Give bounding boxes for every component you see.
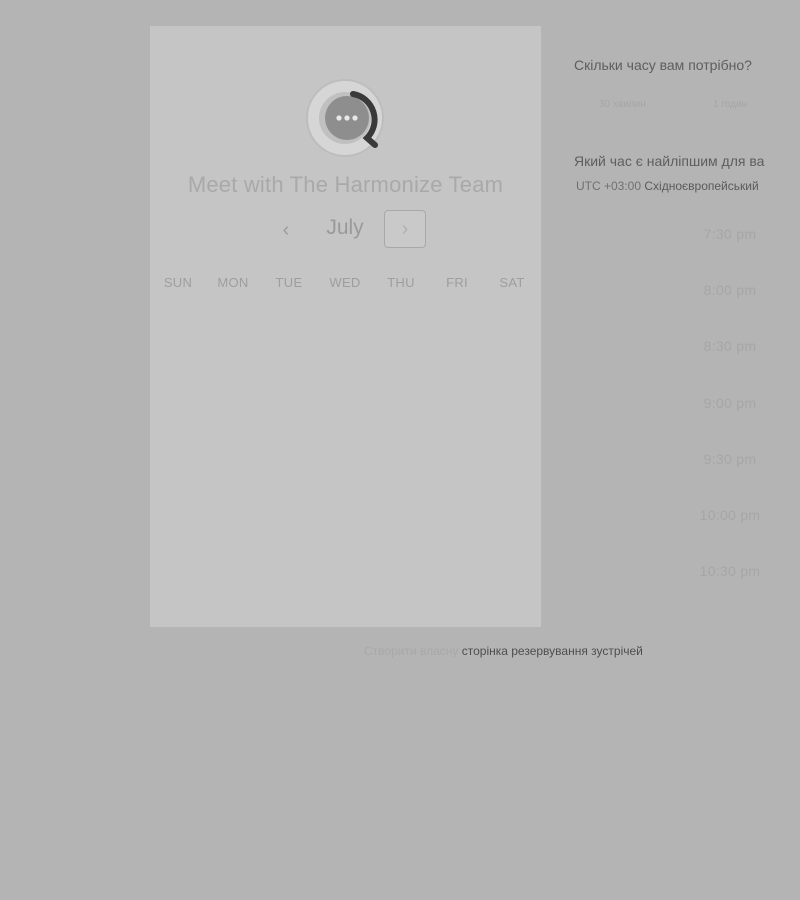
next-month-button[interactable]: › xyxy=(384,210,426,248)
weekday-mon: MON xyxy=(217,275,249,290)
time-slot[interactable]: 10:00 pm xyxy=(680,507,780,523)
weekday-header: SUN MON TUE WED THU FRI SAT xyxy=(150,275,541,291)
time-slot[interactable]: 7:30 pm xyxy=(680,226,780,242)
timezone-label[interactable]: UTC +03:00 Східноєвропейський xyxy=(576,179,759,193)
time-slot[interactable]: 8:00 pm xyxy=(680,282,780,298)
weekday-wed: WED xyxy=(329,275,361,290)
weekday-fri: FRI xyxy=(446,275,468,290)
time-question: Який час є найліпшим для ва xyxy=(574,153,765,169)
time-slot[interactable]: 10:30 pm xyxy=(680,563,780,579)
weekday-sun: SUN xyxy=(163,275,193,290)
weekday-sat: SAT xyxy=(499,275,525,290)
time-slot[interactable]: 8:30 pm xyxy=(680,338,780,354)
duration-option-30min[interactable]: 30 хвилин xyxy=(599,99,646,110)
weekday-tue: TUE xyxy=(275,275,303,290)
weekday-thu: THU xyxy=(387,275,415,290)
chat-logo-icon xyxy=(306,79,384,157)
timezone-name: Східноєвропейський xyxy=(644,179,759,193)
prev-month-button[interactable]: ‹ xyxy=(274,212,298,248)
chevron-right-icon: › xyxy=(401,217,409,240)
page-title: Meet with The Harmonize Team xyxy=(187,172,504,197)
chevron-left-icon: ‹ xyxy=(282,218,290,241)
time-slot[interactable]: 9:30 pm xyxy=(680,451,780,467)
duration-question: Скільки часу вам потрібно? xyxy=(574,57,752,73)
footer-link[interactable]: сторінка резервування зустрічей xyxy=(462,644,643,658)
time-slot[interactable]: 9:00 pm xyxy=(680,395,780,411)
month-label: July xyxy=(326,216,364,239)
footer-prefix: Створити власну xyxy=(364,644,459,658)
footer-create-link[interactable]: Створити власну сторінка резервування зу… xyxy=(364,644,643,658)
timezone-offset: UTC +03:00 xyxy=(576,179,642,193)
duration-option-1hour[interactable]: 1 годин xyxy=(713,99,747,110)
